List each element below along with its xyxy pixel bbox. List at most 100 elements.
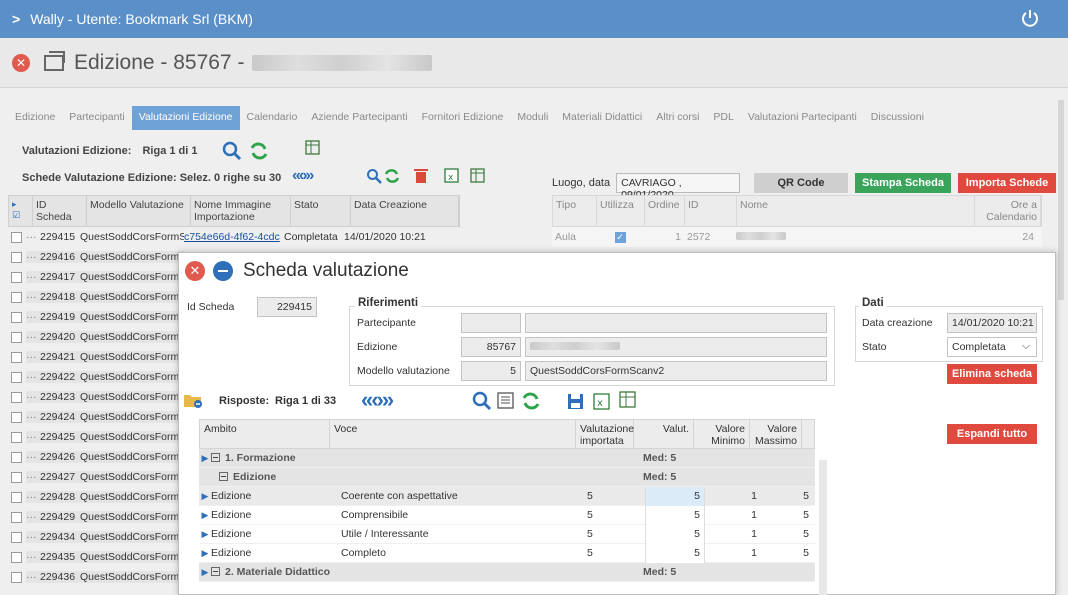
row-checkbox[interactable] xyxy=(11,271,22,283)
tab-7[interactable]: Materiali Didattici xyxy=(555,106,649,130)
espandi-tutto-button[interactable]: Espandi tutto xyxy=(947,424,1037,444)
row-checkbox[interactable] xyxy=(11,331,22,343)
row-checkbox[interactable] xyxy=(11,531,22,543)
row-checkbox[interactable] xyxy=(11,291,22,303)
grid-view-icon[interactable] xyxy=(497,392,515,410)
tab-1[interactable]: Partecipanti xyxy=(62,106,131,130)
row-menu-icon[interactable]: ··· xyxy=(26,551,40,563)
row-menu-icon[interactable]: ··· xyxy=(26,251,40,263)
expand-icon[interactable]: ▶ xyxy=(199,529,211,540)
col-ore[interactable]: Ore a Calendario xyxy=(975,196,1041,226)
close-dialog-icon[interactable]: ✕ xyxy=(185,261,205,281)
expand-icon[interactable]: ▶ xyxy=(199,510,211,521)
col-valore-massimo[interactable]: Valore Massimo xyxy=(750,420,802,448)
tab-10[interactable]: Valutazioni Partecipanti xyxy=(741,106,864,130)
col-ordine[interactable]: Ordine xyxy=(645,196,685,226)
power-icon[interactable] xyxy=(1020,8,1040,28)
row-checkbox[interactable] xyxy=(11,491,22,503)
expand-icon[interactable]: ▶ xyxy=(199,453,211,464)
col-nome[interactable]: Nome xyxy=(737,196,975,226)
row-menu-icon[interactable]: ··· xyxy=(26,371,40,383)
luogo-input[interactable]: CAVRIAGO , 09/01/2020 xyxy=(616,173,741,201)
nav-risposte-icon[interactable]: «‹›» xyxy=(361,387,394,413)
collapse-icon[interactable] xyxy=(211,453,220,462)
export-icon-3[interactable] xyxy=(619,391,637,409)
row-menu-icon[interactable]: ··· xyxy=(26,291,40,303)
col-tipo[interactable]: Tipo xyxy=(553,196,597,226)
col-valore-minimo[interactable]: Valore Minimo xyxy=(694,420,750,448)
tab-0[interactable]: Edizione xyxy=(8,106,62,130)
table-row[interactable]: Aula ✓ 1 2572 24 xyxy=(552,227,1042,247)
folder-collapse-icon[interactable] xyxy=(183,391,203,409)
row-menu-icon[interactable]: ··· xyxy=(26,531,40,543)
row-menu-icon[interactable]: ··· xyxy=(26,411,40,423)
row-checkbox[interactable] xyxy=(11,311,22,323)
trash-icon[interactable] xyxy=(414,168,428,184)
tab-3[interactable]: Calendario xyxy=(240,106,305,130)
close-window-icon[interactable]: ✕ xyxy=(12,53,30,72)
col-id[interactable]: ID xyxy=(685,196,737,226)
row-menu-icon[interactable]: ··· xyxy=(26,351,40,363)
col-data[interactable]: Data Creazione xyxy=(351,196,459,226)
expand-icon[interactable]: ▶ xyxy=(199,491,211,502)
table-row[interactable]: ▶ Edizione Comprensibile 5 5 1 5 xyxy=(199,505,815,525)
tab-4[interactable]: Aziende Partecipanti xyxy=(304,106,414,130)
col-voce[interactable]: Voce xyxy=(330,420,576,448)
row-checkbox[interactable] xyxy=(11,551,22,563)
search-icon[interactable] xyxy=(222,141,242,161)
collapse-icon[interactable] xyxy=(211,567,220,576)
export-icon-2[interactable] xyxy=(470,168,486,184)
tab-6[interactable]: Moduli xyxy=(510,106,555,130)
row-checkbox[interactable] xyxy=(11,411,22,423)
col-valut[interactable]: Valut. xyxy=(634,420,694,448)
stampa-scheda-button[interactable]: Stampa Scheda xyxy=(855,173,951,193)
collapse-icon[interactable] xyxy=(219,472,228,481)
row-checkbox[interactable] xyxy=(11,231,22,243)
col-valutazione-importata[interactable]: Valutazione importata xyxy=(576,420,634,448)
row-checkbox[interactable] xyxy=(11,371,22,383)
search-icon-2[interactable] xyxy=(366,168,382,184)
table-row[interactable]: ▶ Edizione Coerente con aspettative 5 5 1 5 xyxy=(199,486,815,506)
row-valut-input[interactable]: 5 xyxy=(645,505,705,525)
table-row[interactable]: ▶ Edizione Completo 5 5 1 5 xyxy=(199,543,815,563)
window-restore-icon[interactable] xyxy=(44,50,65,71)
table-row[interactable]: ··· 229415 QuestSoddCorsFormScanv2 c754e… xyxy=(8,227,460,247)
tab-11[interactable]: Discussioni xyxy=(864,106,931,130)
col-immagine[interactable]: Nome Immagine Importazione xyxy=(191,196,291,226)
qr-code-button[interactable]: QR Code xyxy=(754,173,848,193)
tab-2[interactable]: Valutazioni Edizione xyxy=(131,106,240,130)
row-menu-icon[interactable]: ··· xyxy=(26,471,40,483)
expand-icon[interactable]: ▶ xyxy=(199,548,211,559)
row-menu-icon[interactable]: ··· xyxy=(26,491,40,503)
minimize-dialog-icon[interactable] xyxy=(213,261,233,281)
excel-export-icon[interactable]: x xyxy=(444,168,460,184)
row-valut-input[interactable]: 5 xyxy=(645,524,705,544)
row-valut-input[interactable]: 5 xyxy=(645,543,705,563)
col-modello[interactable]: Modello Valutazione xyxy=(87,196,191,226)
row-checkbox[interactable] xyxy=(11,511,22,523)
select-all-checkbox[interactable]: ▸ ☑ xyxy=(9,196,33,226)
main-scrollbar[interactable] xyxy=(1058,100,1064,300)
row-menu-icon[interactable]: ··· xyxy=(26,511,40,523)
chevron-right-icon[interactable]: > xyxy=(12,11,20,27)
group-row-edizione[interactable]: Edizione Med: 5 xyxy=(199,468,815,487)
row-menu-icon[interactable]: ··· xyxy=(26,391,40,403)
row-checkbox[interactable] xyxy=(11,571,22,583)
tab-9[interactable]: PDL xyxy=(706,106,740,130)
row-checkbox[interactable] xyxy=(11,391,22,403)
table-row[interactable]: ▶ Edizione Utile / Interessante 5 5 1 5 xyxy=(199,524,815,544)
row-checkbox[interactable] xyxy=(11,451,22,463)
col-id-scheda[interactable]: ID Scheda xyxy=(33,196,87,226)
row-menu-icon[interactable]: ··· xyxy=(26,231,40,243)
row-checkbox[interactable] xyxy=(11,351,22,363)
expand-icon[interactable]: ▶ xyxy=(199,567,211,578)
row-immagine-link[interactable]: c754e66d-4f62-4cdc xyxy=(184,231,284,243)
refresh-icon[interactable] xyxy=(249,141,269,161)
row-menu-icon[interactable]: ··· xyxy=(26,571,40,583)
col-ambito[interactable]: Ambito xyxy=(200,420,330,448)
group-row-materiale[interactable]: ▶ 2. Materiale Didattico Med: 5 xyxy=(199,563,815,582)
nav-first-prev-next-last-icon[interactable]: «‹›» xyxy=(292,167,314,185)
risposte-scrollbar[interactable] xyxy=(819,460,827,595)
col-utilizza[interactable]: Utilizza xyxy=(597,196,645,226)
tab-8[interactable]: Altri corsi xyxy=(649,106,706,130)
